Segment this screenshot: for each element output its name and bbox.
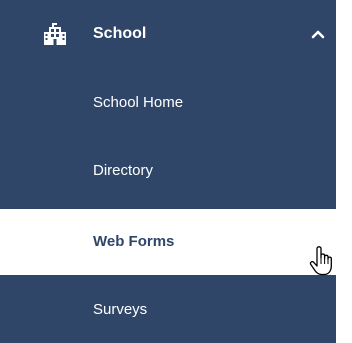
section-title: School [93,25,147,42]
chevron-up-icon[interactable] [310,26,326,42]
menu-item-label: School Home [93,94,184,111]
menu-item-surveys[interactable]: Surveys [0,277,336,343]
menu-item-label: Surveys [93,301,148,318]
menu-item-web-forms[interactable]: Web Forms [0,209,352,275]
section-header-school[interactable]: School [0,0,336,70]
menu-item-label: Web Forms [93,233,175,250]
building-icon [43,22,67,46]
menu-item-directory[interactable]: Directory [0,138,336,204]
menu-item-school-home[interactable]: School Home [0,70,336,136]
sidebar-nav: School School Home Directory Web Forms S… [0,0,352,343]
menu-item-label: Directory [93,162,154,179]
